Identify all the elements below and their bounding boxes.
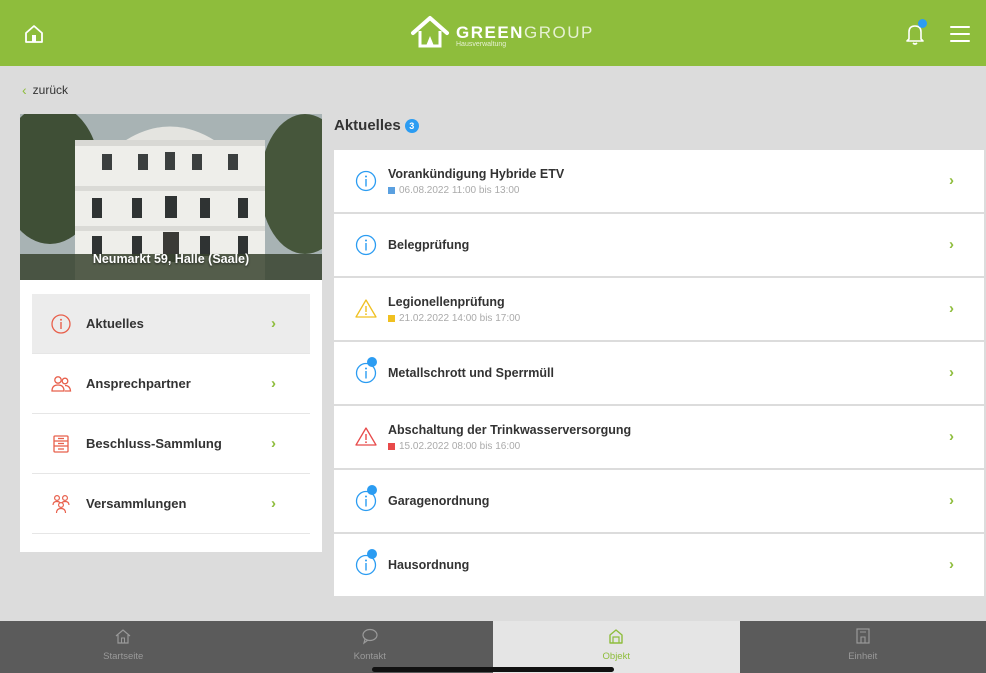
logo-house-icon [411, 16, 449, 48]
back-link[interactable]: ‹ zurück [22, 82, 68, 98]
news-item[interactable]: Legionellenprüfung 21.02.2022 14:00 bis … [334, 278, 984, 340]
news-title: Vorankündigung Hybride ETV [388, 167, 565, 181]
menu-item-label: Aktuelles [86, 316, 144, 331]
news-item[interactable]: Garagenordnung › [334, 470, 984, 532]
building-icon [609, 629, 623, 644]
bottom-tab-bar: Startseite Kontakt Objekt Einheit [0, 621, 986, 673]
chevron-right-icon: › [949, 300, 954, 317]
news-item[interactable]: Abschaltung der Trinkwasserversorgung 15… [334, 406, 984, 468]
chevron-right-icon: › [949, 236, 954, 253]
tab-objekt[interactable]: Objekt [493, 621, 740, 673]
news-title: Abschaltung der Trinkwasserversorgung [388, 423, 632, 437]
alert-icon [355, 427, 377, 446]
news-title: Hausordnung [388, 558, 470, 572]
news-item[interactable]: Hausordnung › [334, 534, 984, 596]
news-date: 21.02.2022 14:00 bis 17:00 [388, 313, 520, 324]
tab-label: Kontakt [353, 651, 386, 662]
chevron-right-icon: › [949, 492, 954, 509]
calendar-icon [388, 443, 395, 450]
section-title: Aktuelles 3 [334, 117, 419, 134]
brand-name: GREENGROUP [456, 22, 594, 42]
chevron-right-icon: › [271, 495, 276, 512]
menu-item-aktuelles[interactable]: Aktuelles › [32, 294, 310, 354]
home-indicator [372, 667, 614, 672]
info-icon [355, 234, 377, 256]
news-item[interactable]: Belegprüfung › [334, 214, 984, 276]
unread-dot [367, 357, 377, 367]
tab-kontakt[interactable]: Kontakt [247, 621, 494, 673]
back-label: zurück [32, 83, 69, 97]
unread-count-badge: 3 [404, 118, 419, 133]
news-item[interactable]: Vorankündigung Hybride ETV 06.08.2022 11… [334, 150, 984, 212]
unread-dot [367, 485, 377, 495]
news-date: 06.08.2022 11:00 bis 13:00 [388, 185, 519, 196]
home-icon[interactable] [22, 22, 46, 46]
chevron-left-icon: ‹ [22, 82, 27, 98]
property-menu: Aktuelles › Ansprechpartner › Beschluss-… [32, 294, 310, 534]
section-title-text: Aktuelles [334, 117, 401, 134]
news-title: Metallschrott und Sperrmüll [388, 366, 554, 380]
tab-label: Objekt [602, 651, 630, 662]
unread-dot [367, 549, 377, 559]
menu-item-label: Ansprechpartner [86, 376, 191, 391]
chat-icon [361, 628, 378, 645]
news-title: Garagenordnung [388, 494, 490, 508]
info-icon [355, 170, 377, 192]
news-list: Vorankündigung Hybride ETV 06.08.2022 11… [334, 150, 984, 598]
calendar-icon [388, 315, 395, 322]
tab-label: Einheit [848, 651, 878, 662]
chevron-right-icon: › [949, 364, 954, 381]
unit-icon [855, 628, 870, 644]
people-icon [51, 375, 72, 392]
chevron-right-icon: › [949, 428, 954, 445]
tab-label: Startseite [103, 651, 144, 662]
hamburger-menu-icon[interactable] [950, 26, 970, 42]
building-photo: Neumarkt 59, Halle (Saale) [20, 114, 322, 280]
app-header: GREENGROUP Hausverwaltung [0, 0, 986, 66]
menu-item-versammlungen[interactable]: Versammlungen › [32, 474, 310, 534]
calendar-icon [388, 187, 395, 194]
chevron-right-icon: › [271, 315, 276, 332]
notification-dot [918, 19, 927, 28]
tab-startseite[interactable]: Startseite [0, 621, 247, 673]
news-title: Belegprüfung [388, 238, 470, 252]
group-icon [52, 494, 70, 513]
news-date: 15.02.2022 08:00 bis 16:00 [388, 441, 520, 452]
menu-item-ansprechpartner[interactable]: Ansprechpartner › [32, 354, 310, 414]
menu-item-label: Beschluss-Sammlung [86, 436, 222, 451]
chevron-right-icon: › [949, 172, 954, 189]
news-item[interactable]: Metallschrott und Sperrmüll › [334, 342, 984, 404]
archive-icon [53, 434, 69, 453]
brand-subtitle: Hausverwaltung [456, 41, 507, 48]
tab-einheit[interactable]: Einheit [740, 621, 986, 673]
property-address: Neumarkt 59, Halle (Saale) [92, 252, 250, 266]
chevron-right-icon: › [271, 375, 276, 392]
home-icon [115, 629, 131, 644]
info-icon [51, 313, 71, 334]
menu-item-beschluss-sammlung[interactable]: Beschluss-Sammlung › [32, 414, 310, 474]
property-panel: Neumarkt 59, Halle (Saale) Aktuelles › A… [20, 114, 322, 552]
chevron-right-icon: › [949, 556, 954, 573]
news-title: Legionellenprüfung [388, 295, 505, 309]
warning-icon [355, 299, 377, 318]
chevron-right-icon: › [271, 435, 276, 452]
menu-item-label: Versammlungen [86, 496, 187, 511]
